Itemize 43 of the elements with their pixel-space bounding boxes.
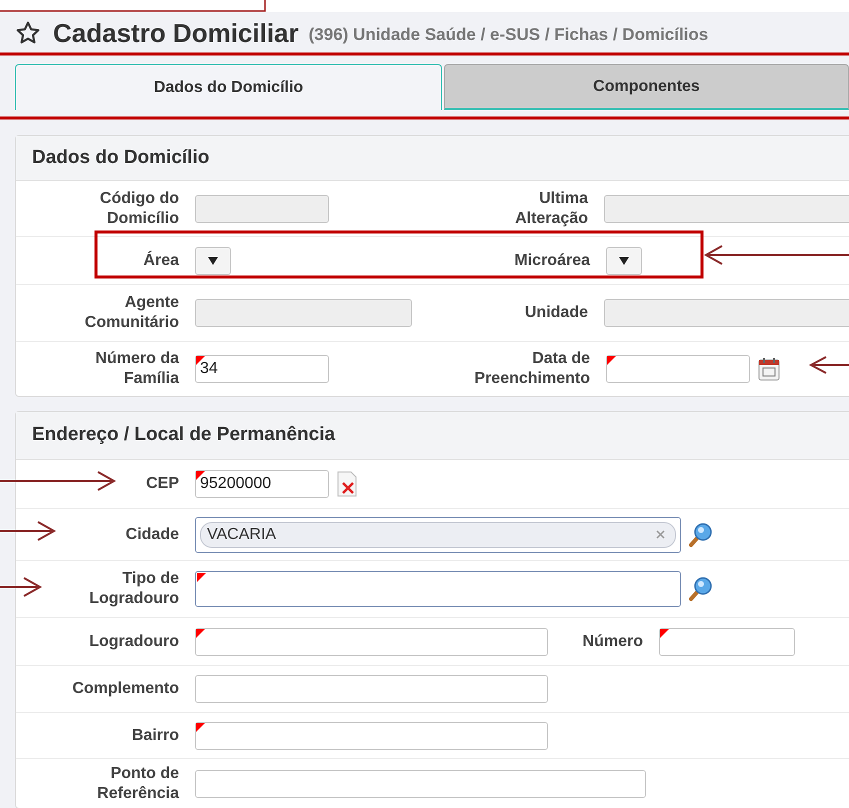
field-label: Ponto de Referência: [96, 764, 179, 804]
clear-document-icon[interactable]: [336, 471, 358, 497]
section-title: Dados do Domicílio: [16, 136, 849, 181]
field-label: Ultima Alteração: [514, 188, 588, 228]
text-field[interactable]: [606, 355, 750, 383]
field-label: Logradouro: [88, 632, 179, 652]
field-label: Microárea: [513, 250, 590, 270]
page-title: Cadastro Domiciliar: [53, 16, 299, 50]
text-field[interactable]: [659, 628, 795, 656]
field-label: Agente Comunitário: [84, 293, 179, 333]
text-field[interactable]: [195, 770, 646, 798]
text-field[interactable]: [195, 722, 548, 750]
tab[interactable]: Componentes: [444, 64, 849, 110]
field-label: Código do Domicílio: [98, 188, 179, 228]
field-label: Bairro: [130, 726, 179, 746]
dropdown-button[interactable]: [606, 246, 642, 274]
field-label: Tipo de Logradouro: [88, 569, 179, 609]
chip-label: VACARIA: [207, 524, 276, 544]
search-icon[interactable]: [687, 576, 713, 602]
calendar-icon[interactable]: [758, 357, 780, 381]
field-label: Complemento: [71, 679, 179, 699]
field-label: Unidade: [524, 303, 588, 323]
field-label: Número: [582, 632, 643, 652]
field-label: Data de Preenchimento: [473, 349, 590, 389]
field-label: Cidade: [124, 524, 179, 544]
dropdown-button[interactable]: [195, 246, 231, 274]
lookup-field[interactable]: VACARIA: [195, 516, 681, 552]
field-label: Número da Família: [94, 349, 179, 389]
section-title: Endereço / Local de Permanência: [16, 412, 849, 460]
field-label: CEP: [145, 474, 179, 494]
star-icon[interactable]: [15, 20, 41, 46]
lookup-field[interactable]: [195, 571, 681, 607]
text-field[interactable]: 34: [195, 355, 329, 383]
field-label: Área: [142, 250, 179, 270]
caret-icon: [619, 256, 629, 264]
tab[interactable]: Dados do Domicílio: [15, 64, 442, 110]
breadcrumb: (396) Unidade Saúde / e-SUS / Fichas / Domicílios: [308, 24, 708, 46]
text-field[interactable]: 95200000: [195, 470, 329, 498]
search-icon[interactable]: [687, 522, 713, 548]
text-field[interactable]: [195, 675, 548, 703]
caret-icon: [208, 256, 218, 264]
text-field[interactable]: [195, 628, 548, 656]
clear-icon[interactable]: [656, 530, 665, 539]
